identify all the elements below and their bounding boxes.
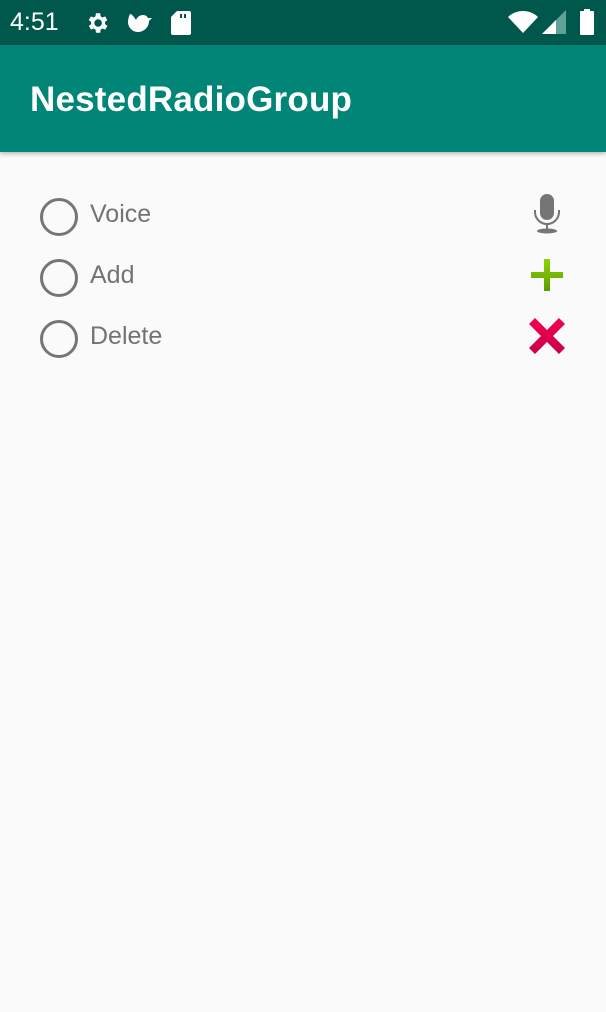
radio-button[interactable] bbox=[40, 259, 78, 297]
option-label: Voice bbox=[90, 200, 152, 228]
battery-icon bbox=[580, 9, 594, 35]
status-time: 4:51 bbox=[10, 8, 59, 36]
bird-icon bbox=[128, 14, 152, 32]
wifi-icon bbox=[508, 11, 538, 33]
settings-icon bbox=[88, 13, 108, 33]
option-voice[interactable]: Voice bbox=[0, 187, 606, 247]
option-label: Add bbox=[90, 261, 135, 289]
plus-icon bbox=[531, 259, 563, 291]
radio-button[interactable] bbox=[40, 198, 78, 236]
app-bar: NestedRadioGroup bbox=[0, 45, 606, 152]
microphone-icon bbox=[534, 194, 560, 234]
cell-signal-icon bbox=[542, 10, 566, 34]
radio-button[interactable] bbox=[40, 320, 78, 358]
status-bar: 4:51 bbox=[0, 0, 606, 45]
sd-card-icon bbox=[171, 11, 191, 35]
delete-x-icon bbox=[529, 318, 565, 354]
option-add[interactable]: Add bbox=[0, 248, 606, 308]
page-title: NestedRadioGroup bbox=[30, 80, 353, 119]
option-delete[interactable]: Delete bbox=[0, 309, 606, 369]
option-label: Delete bbox=[90, 322, 163, 350]
